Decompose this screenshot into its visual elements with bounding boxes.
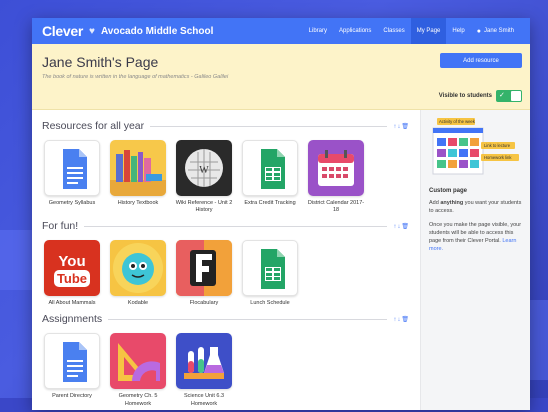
heart-icon: ♥: [89, 25, 95, 37]
section-title: Resources for all year: [42, 120, 145, 132]
tile-label: Geometry Syllabus: [48, 200, 96, 206]
divider: [84, 225, 388, 227]
illustration-tag: Link to lecture: [484, 143, 511, 148]
section-controls[interactable]: ↑↓🗑: [393, 316, 410, 323]
page-header: Jane Smith's Page The book of nature is …: [32, 44, 530, 110]
section-controls[interactable]: ↑↓🗑: [393, 123, 410, 130]
tile-label: All About Mammals: [48, 300, 96, 307]
resource-tile[interactable]: Lunch Schedule: [240, 240, 300, 307]
clever-logo[interactable]: Clever: [42, 23, 83, 39]
top-nav: Clever ♥ Avocado Middle School Library A…: [32, 18, 530, 44]
tile-label: Kodable: [127, 300, 149, 307]
check-icon: ✓: [499, 92, 505, 99]
resource-tile[interactable]: District Calendar 2017-18: [306, 140, 366, 214]
toggle-knob: [511, 91, 521, 101]
add-resource-button[interactable]: Add resource: [440, 53, 522, 68]
help-panel: Activity of the week Link to lecture Hom…: [420, 110, 530, 410]
svg-text:Tube: Tube: [57, 271, 87, 286]
illustration-tag: Activity of the week: [439, 119, 475, 124]
resource-tile[interactable]: Parent Directory: [42, 333, 102, 407]
resource-grid: You Tube All About Mammals Kodable Floca…: [42, 240, 410, 307]
resource-tile[interactable]: Geometry Syllabus: [42, 140, 102, 214]
google-docs-icon: [44, 333, 100, 390]
app-window: Clever ♥ Avocado Middle School Library A…: [32, 18, 530, 410]
custom-page-illustration: Activity of the week Link to lecture Hom…: [429, 118, 523, 178]
google-docs-icon: [44, 140, 100, 196]
divider: [150, 125, 388, 127]
resource-tile[interactable]: Geometry Ch. 5 Homework: [108, 333, 168, 407]
nav-library[interactable]: Library: [303, 18, 333, 44]
tile-label: Parent Directory: [52, 393, 92, 400]
resource-grid: Parent Directory Geometry Ch. 5 Homework: [42, 333, 410, 407]
help-text: Add anything you want your students to a…: [429, 200, 522, 216]
nav-links: Library Applications Classes My Page Hel…: [303, 18, 520, 44]
google-sheets-icon: [242, 240, 298, 297]
svg-text:W: W: [199, 165, 209, 176]
user-name: Jane Smith: [483, 28, 514, 34]
resource-tile[interactable]: Flocabulary: [174, 240, 234, 307]
visibility-toggle[interactable]: ✓: [496, 90, 522, 102]
nav-applications[interactable]: Applications: [333, 18, 377, 44]
resource-grid: Geometry Syllabus History Textbook W Wik…: [42, 140, 410, 214]
resource-tile[interactable]: W Wiki Reference - Unit 2 History: [174, 140, 234, 214]
school-name: Avocado Middle School: [100, 25, 214, 37]
nav-help[interactable]: Help: [446, 18, 470, 44]
tile-label: Extra Credit Tracking: [244, 200, 296, 206]
section-header: Resources for all year ↑↓🗑: [42, 120, 410, 132]
science-icon: [176, 333, 232, 390]
kodable-icon: [110, 240, 166, 297]
visible-label: Visible to students: [438, 93, 492, 99]
section-controls[interactable]: ↑↓🗑: [393, 223, 410, 230]
user-icon: ●: [476, 27, 481, 35]
content-area: Resources for all year ↑↓🗑 Geometry Syll…: [32, 110, 530, 410]
help-text-emphasis: anything: [440, 200, 464, 206]
visibility-control: Visible to students ✓: [439, 90, 522, 102]
svg-text:You: You: [58, 253, 85, 270]
flocabulary-icon: [176, 240, 232, 297]
tile-label: Wiki Reference - Unit 2 History: [175, 200, 233, 214]
books-icon: [110, 140, 166, 196]
nav-classes[interactable]: Classes: [377, 18, 410, 44]
help-text: Once you make the page visible, your stu…: [429, 222, 522, 254]
calendar-icon: [308, 140, 364, 196]
section-header: For fun! ↑↓🗑: [42, 220, 410, 232]
section-title: For fun!: [42, 220, 79, 233]
geometry-icon: [110, 333, 166, 390]
tile-label: History Textbook: [117, 200, 159, 206]
illustration-tag: Homework link: [484, 155, 512, 160]
resource-tile[interactable]: Extra Credit Tracking: [240, 140, 300, 214]
tile-label: Science Unit 6.3 Homework: [183, 393, 225, 407]
resource-tile[interactable]: You Tube All About Mammals: [42, 240, 102, 307]
tile-label: Geometry Ch. 5 Homework: [118, 393, 158, 407]
google-sheets-icon: [242, 140, 298, 196]
resource-tile[interactable]: History Textbook: [108, 140, 168, 214]
resource-tile[interactable]: Science Unit 6.3 Homework: [174, 333, 234, 407]
tile-label: Flocabulary: [189, 300, 219, 307]
section-title: Assignments: [42, 313, 103, 326]
section-header: Assignments ↑↓🗑: [42, 313, 410, 325]
tile-label: Lunch Schedule: [250, 300, 290, 307]
divider: [108, 318, 388, 320]
nav-my-page[interactable]: My Page: [410, 18, 447, 44]
help-title: Custom page: [429, 188, 468, 194]
resource-tile[interactable]: Kodable: [108, 240, 168, 307]
wikipedia-icon: W: [176, 140, 232, 196]
youtube-icon: You Tube: [44, 240, 100, 297]
help-text-part: Add: [429, 200, 441, 206]
resource-sections: Resources for all year ↑↓🗑 Geometry Syll…: [32, 110, 420, 410]
nav-user-menu[interactable]: ● Jane Smith: [471, 18, 520, 44]
tile-label: District Calendar 2017-18: [307, 200, 365, 214]
page-quote: The book of nature is written in the lan…: [42, 74, 229, 80]
